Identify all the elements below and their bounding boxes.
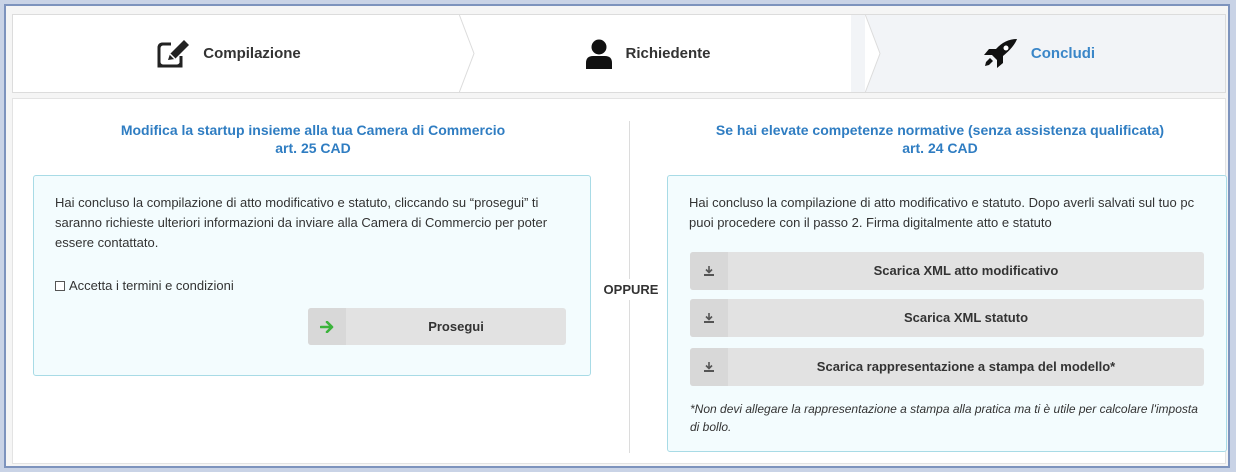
download-icon (690, 252, 728, 290)
download-label: Scarica XML statuto (903, 310, 1029, 325)
step-label: Concludi (1030, 45, 1096, 62)
left-title-line2: art. 25 CAD (275, 140, 351, 156)
left-panel: Hai concluso la compilazione di atto mod… (33, 175, 591, 376)
terms-checkbox[interactable]: Accetta i termini e condizioni (55, 276, 234, 296)
checkbox-label: Accetta i termini e condizioni (69, 278, 234, 293)
checkbox-box[interactable] (55, 281, 65, 291)
left-title: Modifica la startup insieme alla tua Cam… (33, 121, 593, 157)
step-label: Richiedente (625, 45, 711, 62)
step-label: Compilazione (203, 45, 301, 62)
step-richiedente[interactable]: Richiedente (445, 14, 881, 93)
right-title: Se hai elevate competenze normative (sen… (667, 121, 1213, 157)
proceed-button[interactable]: Prosegui (308, 308, 566, 345)
right-title-line1: Se hai elevate competenze normative (sen… (715, 122, 1165, 138)
download-atto-button[interactable]: Scarica XML atto modificativo (690, 252, 1204, 290)
step-compilazione[interactable]: Compilazione (13, 14, 475, 93)
proceed-label: Prosegui (428, 318, 484, 334)
arrow-right-icon (308, 308, 346, 345)
download-stampa-button[interactable]: Scarica rappresentazione a stampa del mo… (690, 348, 1204, 386)
rocket-icon (981, 38, 1019, 70)
right-title-line2: art. 24 CAD (902, 140, 978, 156)
user-icon (585, 39, 613, 69)
main-content: Modifica la startup insieme alla tua Cam… (12, 98, 1227, 464)
left-text: Hai concluso la compilazione di atto mod… (55, 195, 548, 250)
wizard-steps: Compilazione Richiedente Concludi (12, 14, 1226, 93)
download-label: Scarica XML atto modificativo (873, 263, 1059, 278)
oppure-separator: OPPURE (595, 279, 667, 300)
download-icon (690, 348, 728, 386)
stamp-note: *Non devi allegare la rappresentazione a… (690, 402, 1198, 434)
step-concludi[interactable]: Concludi (851, 15, 1225, 92)
left-title-line1: Modifica la startup insieme alla tua Cam… (120, 122, 506, 138)
right-panel: Hai concluso la compilazione di atto mod… (667, 175, 1227, 452)
right-text: Hai concluso la compilazione di atto mod… (689, 195, 1195, 230)
download-icon (690, 299, 728, 337)
download-statuto-button[interactable]: Scarica XML statuto (690, 299, 1204, 337)
download-label: Scarica rappresentazione a stampa del mo… (816, 359, 1116, 374)
edit-icon (157, 38, 192, 69)
